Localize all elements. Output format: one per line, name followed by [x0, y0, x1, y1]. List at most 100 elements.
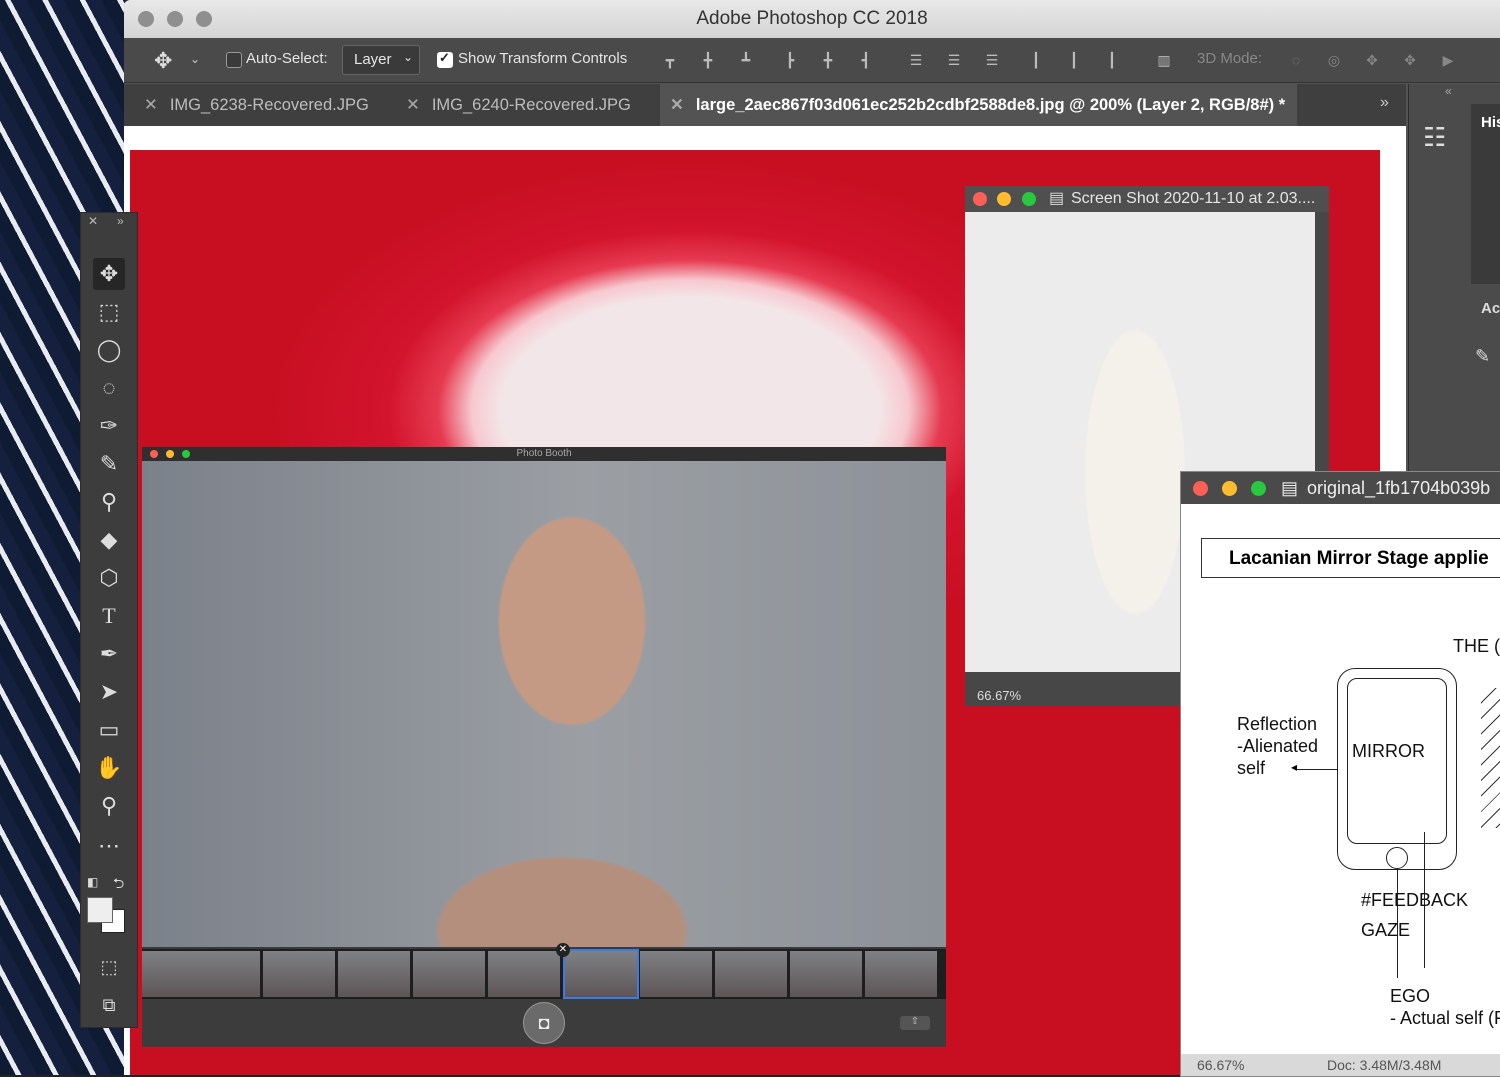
chevron-down-icon: ⌄ — [403, 50, 414, 64]
auto-select-value: Layer — [354, 51, 392, 68]
share-button[interactable]: ⇧ — [900, 1016, 930, 1030]
distribute-right-icon[interactable]: ┃ — [1102, 50, 1122, 70]
minimize-window-button[interactable] — [166, 450, 174, 458]
align-vcenter-icon[interactable]: ╋ — [698, 50, 718, 70]
pen-tool-icon[interactable]: ✒ — [93, 638, 125, 670]
photo-thumbnail-selected[interactable] — [563, 949, 639, 999]
close-icon[interactable]: ✕ — [144, 96, 158, 114]
close-icon[interactable]: ✕ — [406, 96, 420, 114]
figurine-title: Screen Shot 2020-11-10 at 2.03.... — [1071, 190, 1316, 207]
zoom-window-button[interactable] — [182, 450, 190, 458]
options-bar: ✥ ⌄ Auto-Select: Layer ⌄ Show Transform … — [124, 38, 1500, 83]
close-window-button[interactable] — [1193, 481, 1208, 496]
tabs-overflow-icon[interactable]: » — [1380, 94, 1389, 112]
distribute-left-icon[interactable]: ┃ — [1026, 50, 1046, 70]
photo-thumbnail[interactable] — [263, 951, 335, 997]
distribute-hcenter-icon[interactable]: ┃ — [1064, 50, 1084, 70]
brush-adjust-icon[interactable]: ✎ — [1475, 346, 1490, 367]
auto-align-icon[interactable]: ▥ — [1154, 50, 1174, 70]
stamp-tool-icon[interactable]: ⚲ — [93, 486, 125, 518]
move-tool-icon[interactable]: ✥ — [93, 258, 125, 290]
histogram-label: His — [1481, 114, 1500, 131]
zoom-window-button[interactable] — [1022, 192, 1036, 206]
default-colors-icon[interactable]: ◧ — [87, 875, 105, 889]
tab-large-active[interactable]: ✕ large_2aec867f03d061ec252b2cdbf2588de8.… — [660, 84, 1298, 126]
distribute-top-icon[interactable]: ☰ — [906, 50, 926, 70]
show-transform-checkbox[interactable] — [437, 50, 453, 68]
figurine-zoom: 66.67% — [977, 688, 1022, 703]
photo-thumbnail[interactable] — [715, 951, 787, 997]
hand-tool-icon[interactable]: ✋ — [93, 752, 125, 784]
delete-photo-icon[interactable]: ✕ — [556, 943, 570, 957]
mirror-button — [1386, 847, 1408, 869]
photo-strip: ✕ — [142, 943, 946, 999]
type-tool-icon[interactable]: T — [93, 600, 125, 632]
photo-thumbnail[interactable] — [188, 951, 260, 997]
quick-mask-icon[interactable]: ⬚ — [93, 951, 125, 983]
close-window-button[interactable] — [150, 450, 158, 458]
eraser-tool-icon[interactable]: ◆ — [93, 524, 125, 556]
foreground-color-swatch[interactable] — [87, 897, 113, 923]
tab-label: IMG_6240-Recovered.JPG — [431, 96, 631, 114]
rectangle-tool-icon[interactable]: ▭ — [93, 714, 125, 746]
minimize-window-button[interactable] — [997, 192, 1011, 206]
3d-orbit-icon[interactable]: ◌ — [1286, 50, 1306, 70]
3d-pan-icon[interactable]: ✥ — [1362, 50, 1382, 70]
diagram-title: original_1fb1704b039b — [1307, 478, 1491, 498]
diagram-status-bar: 66.67% Doc: 3.48M/3.48M — [1181, 1054, 1500, 1076]
align-right-icon[interactable]: ┫ — [856, 50, 876, 70]
zoom-window-button[interactable] — [1251, 481, 1266, 496]
align-hcenter-icon[interactable]: ╋ — [818, 50, 838, 70]
close-icon[interactable]: ✕ — [88, 214, 98, 228]
paint-bucket-tool-icon[interactable]: ⬡ — [93, 562, 125, 594]
close-icon[interactable]: ✕ — [670, 96, 684, 114]
take-photo-button[interactable]: ◘ — [523, 1002, 565, 1044]
photo-thumbnail[interactable] — [338, 951, 410, 997]
photo-thumbnail[interactable] — [413, 951, 485, 997]
distribute-bottom-icon[interactable]: ☰ — [982, 50, 1002, 70]
3d-slide-icon[interactable]: ✥ — [1400, 50, 1420, 70]
move-tool-preset-icon[interactable]: ✥ — [154, 48, 172, 74]
3d-roll-icon[interactable]: ◎ — [1324, 50, 1344, 70]
photo-thumbnail[interactable] — [790, 951, 862, 997]
photo-thumbnail[interactable] — [488, 951, 560, 997]
tab-img-6240[interactable]: ✕ IMG_6240-Recovered.JPG — [406, 84, 631, 126]
screen-mode-icon[interactable]: ⧉ — [93, 989, 125, 1021]
lasso-tool-icon[interactable]: ◯ — [93, 334, 125, 366]
diagram-label-the: THE ( — [1453, 636, 1500, 656]
3d-scale-icon[interactable]: ▶ — [1438, 50, 1458, 70]
photo-booth-window: Photo Booth ✕ ◘ ⇧ — [142, 447, 946, 1047]
distribute-vcenter-icon[interactable]: ☰ — [944, 50, 964, 70]
brush-tool-icon[interactable]: ✎ — [93, 448, 125, 480]
close-window-button[interactable] — [973, 192, 987, 206]
marquee-tool-icon[interactable]: ⬚ — [93, 296, 125, 328]
tab-img-6238[interactable]: ✕ IMG_6238-Recovered.JPG — [144, 84, 369, 126]
collapse-panels-icon[interactable]: « — [1445, 84, 1452, 98]
chevron-down-icon[interactable]: ⌄ — [190, 52, 200, 66]
quick-select-tool-icon[interactable]: ◌ — [93, 372, 125, 404]
path-select-tool-icon[interactable]: ➤ — [93, 676, 125, 708]
eyedropper-tool-icon[interactable]: ✑ — [93, 410, 125, 442]
zoom-tool-icon[interactable]: ⚲ — [93, 790, 125, 822]
align-left-icon[interactable]: ┣ — [780, 50, 800, 70]
document-icon: ▤ — [1049, 190, 1065, 207]
photo-thumbnail[interactable] — [640, 951, 712, 997]
feedback-label: #FEEDBACK — [1361, 890, 1469, 910]
auto-select-dropdown[interactable]: Layer ⌄ — [342, 45, 420, 75]
align-bottom-icon[interactable]: ┻ — [736, 50, 756, 70]
align-top-icon[interactable]: ┳ — [660, 50, 680, 70]
adjustments-label: Ac — [1481, 300, 1500, 317]
title-bar: Adobe Photoshop CC 2018 — [124, 0, 1500, 38]
doc-size: Doc: 3.48M/3.48M — [1327, 1057, 1442, 1073]
document-icon: ▤ — [1281, 478, 1299, 498]
show-transform-label: Show Transform Controls — [458, 50, 628, 67]
more-tools-icon[interactable]: ⋯ — [93, 830, 125, 862]
minimize-window-button[interactable] — [1222, 481, 1237, 496]
auto-select-checkbox[interactable] — [226, 52, 242, 68]
swap-colors-icon[interactable]: ⮌ — [113, 873, 124, 897]
3d-mode-label: 3D Mode: — [1197, 50, 1263, 67]
expand-panel-icon[interactable]: » — [117, 214, 124, 228]
photo-thumbnail[interactable] — [865, 951, 937, 997]
properties-icon[interactable]: ☷ — [1423, 122, 1446, 153]
diagram-zoom: 66.67% — [1197, 1057, 1245, 1073]
